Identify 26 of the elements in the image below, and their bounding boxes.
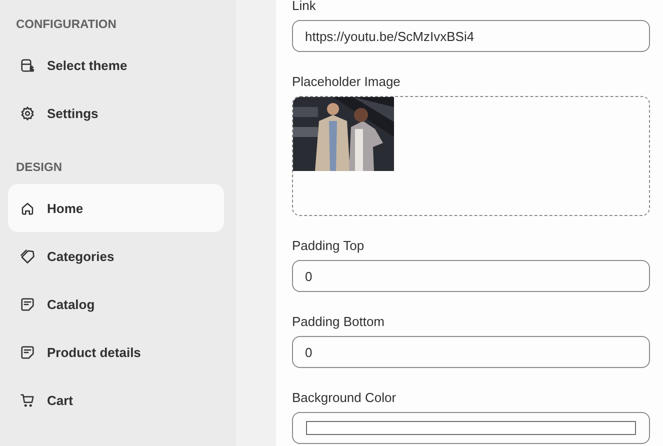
section-heading: DESIGN: [15, 159, 64, 176]
sidebar-item[interactable]: Cart: [8, 376, 224, 424]
note-icon: [20, 344, 35, 360]
input-field[interactable]: 0: [292, 336, 650, 368]
sidebar-item[interactable]: Product details: [8, 328, 224, 376]
input-field[interactable]: https://youtu.be/ScMzIvxBSi4: [292, 20, 650, 52]
section-heading: CONFIGURATION: [15, 16, 118, 33]
sidebar-item[interactable]: Settings: [8, 89, 224, 137]
field-label: Background Color: [292, 390, 398, 406]
field-label: Link: [292, 0, 317, 14]
theme-icon: [20, 58, 35, 72]
field-label: Padding Bottom: [292, 314, 386, 330]
settings-icon: [20, 106, 35, 120]
home-icon: [20, 200, 35, 216]
sidebar-item[interactable]: Select theme: [8, 41, 224, 89]
sidebar-item[interactable]: Categories: [8, 232, 224, 280]
tag-icon: [20, 248, 35, 264]
color-field[interactable]: [292, 412, 650, 444]
note-icon: [20, 296, 35, 312]
image-dropzone[interactable]: [292, 96, 650, 216]
sidebar-item[interactable]: Catalog: [8, 280, 224, 328]
input-field[interactable]: 0: [292, 260, 650, 292]
field-label: Padding Top: [292, 238, 366, 254]
sidebar-item[interactable]: Home: [8, 184, 224, 232]
field-label: Placeholder Image: [292, 74, 402, 90]
cart-icon: [20, 392, 35, 408]
